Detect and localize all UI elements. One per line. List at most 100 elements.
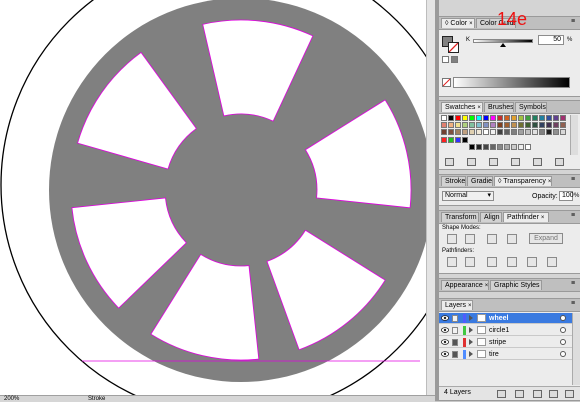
- tab-transparency[interactable]: ◊ Transparency ×: [494, 176, 552, 186]
- intersect-icon[interactable]: [487, 234, 497, 244]
- color-swatch[interactable]: [469, 129, 475, 135]
- tab-stroke[interactable]: Stroke: [441, 176, 466, 186]
- color-swatch[interactable]: [546, 129, 552, 135]
- layers-scrollbar[interactable]: [572, 313, 580, 385]
- color-swatch[interactable]: [483, 144, 489, 150]
- new-sublayer-icon[interactable]: [533, 390, 542, 398]
- layer-name[interactable]: stripe: [489, 338, 506, 347]
- color-swatch[interactable]: [462, 115, 468, 121]
- layer-row[interactable]: wheel: [439, 313, 572, 324]
- visibility-eye-icon[interactable]: [441, 339, 449, 345]
- last-color-swatch[interactable]: [451, 56, 458, 63]
- layer-name[interactable]: tire: [489, 350, 499, 359]
- expand-triangle-icon[interactable]: [469, 327, 473, 333]
- minus-front-icon[interactable]: [465, 234, 475, 244]
- layer-target-icon[interactable]: [560, 351, 566, 357]
- color-swatch[interactable]: [525, 122, 531, 128]
- swatch-libraries-icon[interactable]: [445, 158, 454, 166]
- color-swatch[interactable]: [497, 144, 503, 150]
- color-swatch[interactable]: [525, 144, 531, 150]
- color-swatch[interactable]: [511, 144, 517, 150]
- merge-icon[interactable]: [487, 257, 497, 267]
- none-icon[interactable]: [442, 56, 449, 63]
- outline-icon[interactable]: [527, 257, 537, 267]
- color-swatch[interactable]: [441, 122, 447, 128]
- k-slider-thumb[interactable]: [500, 43, 506, 47]
- new-color-group-icon[interactable]: [511, 158, 520, 166]
- layer-target-icon[interactable]: [560, 327, 566, 333]
- stroke-swatch[interactable]: [448, 42, 459, 53]
- color-swatch[interactable]: [441, 129, 447, 135]
- new-layer-icon[interactable]: [549, 390, 558, 398]
- swatches-scrollbar[interactable]: [570, 115, 578, 155]
- color-spectrum-bar[interactable]: [453, 77, 570, 88]
- tab-layers[interactable]: Layers ×: [441, 300, 473, 310]
- visibility-eye-icon[interactable]: [441, 327, 449, 333]
- color-swatch[interactable]: [476, 122, 482, 128]
- lock-icon[interactable]: [452, 339, 458, 346]
- color-swatch[interactable]: [546, 115, 552, 121]
- layer-target-icon[interactable]: [560, 315, 566, 321]
- panel-menu-icon[interactable]: ≡: [569, 300, 577, 309]
- color-swatch[interactable]: [518, 129, 524, 135]
- swatch-options-icon[interactable]: [489, 158, 498, 166]
- color-swatch[interactable]: [518, 144, 524, 150]
- swatch-grid[interactable]: [441, 115, 569, 155]
- delete-swatch-icon[interactable]: [555, 158, 564, 166]
- color-swatch[interactable]: [448, 137, 454, 143]
- color-swatch[interactable]: [476, 115, 482, 121]
- status-toggle[interactable]: Stroke: [88, 396, 105, 402]
- exclude-icon[interactable]: [507, 234, 517, 244]
- visibility-eye-icon[interactable]: [441, 315, 449, 321]
- color-swatch[interactable]: [483, 122, 489, 128]
- color-swatch[interactable]: [511, 122, 517, 128]
- trim-icon[interactable]: [465, 257, 475, 267]
- none-swatch[interactable]: [442, 78, 451, 87]
- color-swatch[interactable]: [462, 137, 468, 143]
- color-swatch[interactable]: [462, 122, 468, 128]
- make-clipping-mask-icon[interactable]: [515, 390, 524, 398]
- color-swatch[interactable]: [469, 144, 475, 150]
- color-swatch[interactable]: [560, 122, 566, 128]
- color-swatch[interactable]: [539, 129, 545, 135]
- divide-icon[interactable]: [447, 257, 457, 267]
- color-swatch[interactable]: [525, 129, 531, 135]
- color-swatch[interactable]: [497, 115, 503, 121]
- color-swatch[interactable]: [504, 122, 510, 128]
- tab-graphic-styles[interactable]: Graphic Styles: [490, 280, 542, 290]
- color-swatch[interactable]: [532, 129, 538, 135]
- color-swatch[interactable]: [469, 122, 475, 128]
- layer-name[interactable]: wheel: [489, 314, 508, 323]
- layer-row[interactable]: tire: [439, 349, 572, 360]
- wheel-artwork[interactable]: [0, 0, 435, 395]
- layer-row[interactable]: stripe: [439, 337, 572, 348]
- tab-symbols[interactable]: Symbols: [515, 102, 547, 112]
- visibility-eye-icon[interactable]: [441, 351, 449, 357]
- tab-transform[interactable]: Transform: [441, 212, 479, 222]
- show-kinds-icon[interactable]: [467, 158, 476, 166]
- k-value-input[interactable]: 50: [538, 35, 564, 45]
- panel-menu-icon[interactable]: ≡: [569, 212, 577, 221]
- color-swatch[interactable]: [490, 115, 496, 121]
- color-swatch[interactable]: [518, 122, 524, 128]
- tab-appearance[interactable]: Appearance ×: [441, 280, 489, 290]
- color-swatch[interactable]: [476, 129, 482, 135]
- color-swatch[interactable]: [448, 122, 454, 128]
- color-swatch[interactable]: [476, 144, 482, 150]
- color-swatch[interactable]: [553, 129, 559, 135]
- delete-layer-icon[interactable]: [565, 390, 574, 398]
- expand-triangle-icon[interactable]: [469, 351, 473, 357]
- tab-color[interactable]: ◊ Color ×: [441, 18, 475, 28]
- new-swatch-icon[interactable]: [533, 158, 542, 166]
- color-swatch[interactable]: [497, 122, 503, 128]
- color-swatch[interactable]: [462, 129, 468, 135]
- color-swatch[interactable]: [553, 122, 559, 128]
- color-swatch[interactable]: [483, 115, 489, 121]
- color-swatch[interactable]: [483, 129, 489, 135]
- tab-swatches[interactable]: Swatches ×: [441, 102, 483, 112]
- color-swatch[interactable]: [455, 122, 461, 128]
- color-swatch[interactable]: [504, 144, 510, 150]
- color-swatch[interactable]: [490, 122, 496, 128]
- color-swatch[interactable]: [532, 115, 538, 121]
- color-swatch[interactable]: [560, 129, 566, 135]
